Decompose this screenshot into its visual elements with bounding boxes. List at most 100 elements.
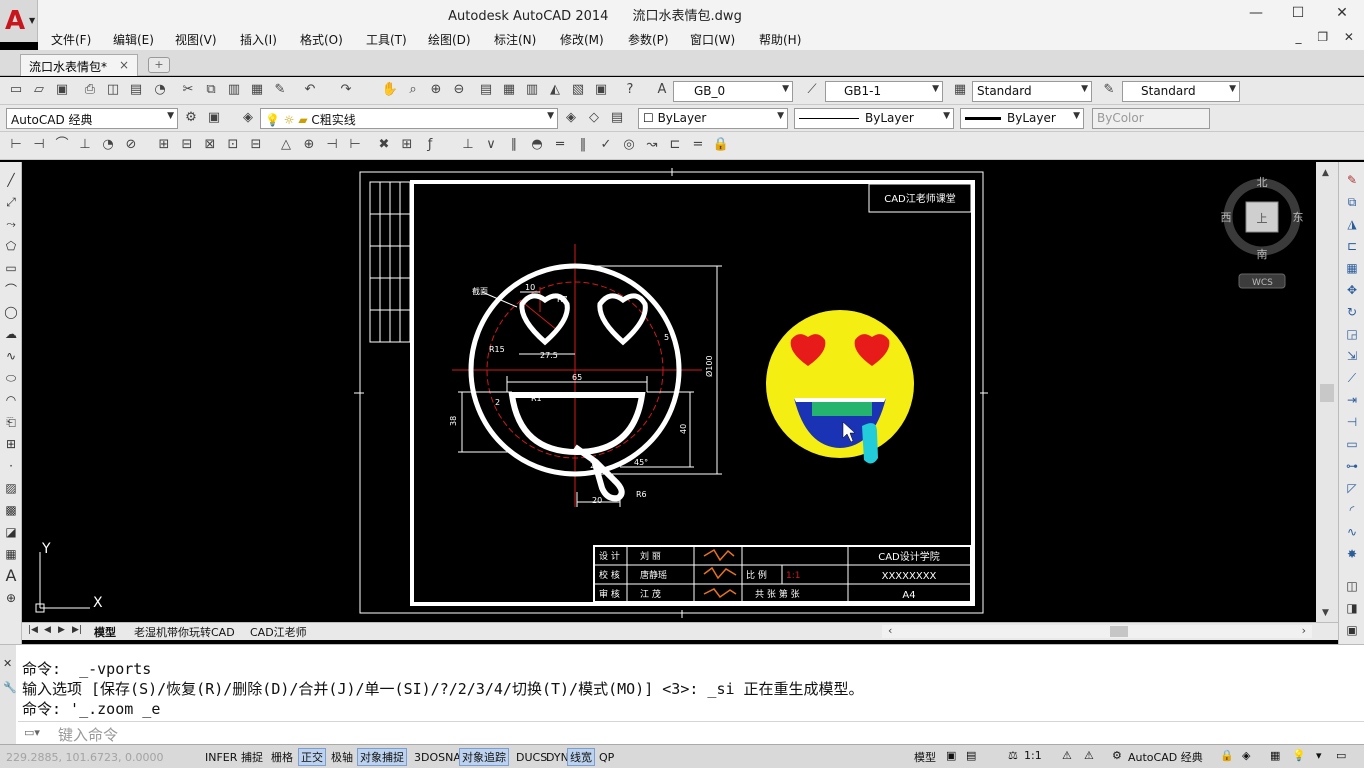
dim-edit-icon[interactable]: ✖ (374, 135, 394, 155)
dim-break-icon[interactable]: ⊟ (246, 135, 266, 155)
viewcube-east[interactable]: 东 (1293, 211, 1304, 224)
customize-command-icon[interactable]: 🔧 (3, 681, 17, 694)
layer-tools-icon[interactable]: ◨ (1342, 598, 1362, 618)
command-input[interactable]: ▭▾ 键入命令 (18, 721, 1364, 745)
diameter-dim-icon[interactable]: ⊘ (121, 135, 141, 155)
tab-layout-1[interactable]: 老湿机带你玩转CAD (134, 624, 235, 640)
horizontal-constraint-icon[interactable]: ═ (550, 135, 570, 155)
table-style-icon[interactable]: ▦ (950, 80, 970, 100)
menu-window[interactable]: 窗口(W) (690, 31, 735, 48)
polar-toggle[interactable]: 极轴 (328, 748, 356, 766)
zoom-realtime-icon[interactable]: ⌕ (403, 80, 423, 100)
snap-toggle[interactable]: 捕捉 (238, 748, 266, 766)
tolerance-icon[interactable]: △ (276, 135, 296, 155)
grid-toggle[interactable]: 栅格 (268, 748, 296, 766)
layer-properties-icon[interactable]: ◈ (238, 108, 258, 128)
next-layout-icon[interactable]: ▶ (58, 625, 65, 635)
dim-style-icon[interactable]: ⟋ (802, 80, 822, 100)
vertical-constraint-icon[interactable]: ‖ (573, 135, 593, 155)
dim-update-icon[interactable]: ƒ (420, 135, 440, 155)
region-icon[interactable]: ◪ (1, 522, 21, 542)
menu-parameter[interactable]: 参数(P) (628, 31, 669, 48)
maximize-button[interactable]: ☐ (1278, 2, 1318, 24)
ellipse-icon[interactable]: ⬭ (1, 368, 21, 388)
copy-icon[interactable]: ⧉ (201, 80, 221, 100)
open-file-icon[interactable]: ▱ (29, 80, 49, 100)
explode-icon[interactable]: ✸ (1342, 544, 1362, 564)
baseline-dim-icon[interactable]: ⊟ (177, 135, 197, 155)
arc-icon[interactable]: ⌒ (1, 280, 21, 300)
linear-dim-icon[interactable]: ⊢ (6, 135, 26, 155)
wcs-menu[interactable]: WCS (1252, 278, 1273, 288)
move-icon[interactable]: ✥ (1342, 280, 1362, 300)
offset-icon[interactable]: ⊏ (1342, 236, 1362, 256)
spline-icon[interactable]: ∿ (1, 346, 21, 366)
extend-icon[interactable]: ⇥ (1342, 390, 1362, 410)
save-icon[interactable]: ▣ (52, 80, 72, 100)
osnap-toggle[interactable]: 对象捕捉 (357, 748, 407, 766)
quick-view-drawings-icon[interactable]: ▤ (966, 749, 976, 762)
multiline-text-icon[interactable]: A (1, 566, 21, 586)
dim-style-combo[interactable]: GB1-1 ▼ (825, 81, 943, 102)
annotation-scale-icon[interactable]: ⚖ (1008, 749, 1018, 762)
continue-dim-icon[interactable]: ⊠ (200, 135, 220, 155)
markup-icon[interactable]: ▧ (568, 80, 588, 100)
auto-scale-icon[interactable]: ⚠ (1084, 749, 1094, 762)
hardware-acceleration-icon[interactable]: ◈ (1242, 749, 1250, 762)
tangent-constraint-icon[interactable]: ◓ (527, 135, 547, 155)
light-bulb-icon[interactable]: 💡 (1292, 749, 1306, 762)
annotation-scale[interactable]: 1:1 (1024, 749, 1042, 762)
command-window-handle[interactable]: ✕ 🔧 (0, 645, 17, 745)
multileader-style-icon[interactable]: ✎ (1099, 80, 1119, 100)
lineweight-toggle[interactable]: 线宽 (567, 748, 595, 766)
last-layout-icon[interactable]: ▶| (72, 625, 82, 635)
lineweight-combo[interactable]: ByLayer ▼ (960, 108, 1084, 129)
lock-icon[interactable]: 🔒 (1220, 749, 1234, 762)
menu-insert[interactable]: 插入(I) (240, 31, 277, 48)
menu-file[interactable]: 文件(F) (51, 31, 91, 48)
workspace-settings-icon[interactable]: ⚙ (181, 108, 201, 128)
revision-cloud-icon[interactable]: ☁ (1, 324, 21, 344)
vertical-scrollbar[interactable]: ▲ ▼ (1316, 162, 1338, 622)
new-file-icon[interactable]: ▭ (6, 80, 26, 100)
document-tab[interactable]: 流口水表情包* × (20, 54, 138, 76)
line-icon[interactable]: ╱ (1, 170, 21, 190)
scroll-left-icon[interactable]: ‹ (888, 624, 892, 637)
chamfer-icon[interactable]: ◸ (1342, 478, 1362, 498)
parallel-constraint-icon[interactable]: ∥ (504, 135, 524, 155)
menu-edit[interactable]: 编辑(E) (113, 31, 154, 48)
sheet-set-icon[interactable]: ◭ (545, 80, 565, 100)
workspace-switch[interactable]: AutoCAD 经典 (1128, 749, 1203, 765)
insert-block-icon[interactable]: ⎗ (1, 412, 21, 432)
make-block-icon[interactable]: ⊞ (1, 434, 21, 454)
menu-format[interactable]: 格式(O) (300, 31, 343, 48)
add-selected-icon[interactable]: ⊕ (1, 588, 21, 608)
menu-help[interactable]: 帮助(H) (759, 31, 801, 48)
fillet-icon[interactable]: ◜ (1342, 500, 1362, 520)
clean-screen-icon[interactable]: ▭ (1336, 749, 1346, 762)
rectangle-icon[interactable]: ▭ (1, 258, 21, 278)
scroll-right-icon[interactable]: › (1302, 624, 1306, 637)
application-menu-button[interactable]: A ▼ (0, 0, 38, 42)
array-icon[interactable]: ▦ (1342, 258, 1362, 278)
coincident-constraint-icon[interactable]: ✓ (596, 135, 616, 155)
tool-palettes-icon[interactable]: ▥ (522, 80, 542, 100)
design-center-icon[interactable]: ▦ (499, 80, 519, 100)
construction-line-icon[interactable]: ⤢ (1, 192, 21, 212)
help-icon[interactable]: ? (620, 80, 640, 100)
status-menu-icon[interactable]: ▾ (1316, 749, 1322, 762)
perpendicular-constraint-icon[interactable]: ∨ (481, 135, 501, 155)
workspace-combo[interactable]: AutoCAD 经典 ▼ (6, 108, 178, 129)
layer-combo[interactable]: 💡 ☼ ▰ C粗实线 ▼ (260, 108, 558, 129)
radius-dim-icon[interactable]: ◔ (98, 135, 118, 155)
3d-dwf-icon[interactable]: ◔ (150, 80, 170, 100)
tab-model[interactable]: 模型 (94, 624, 116, 640)
minimize-button[interactable]: — (1236, 2, 1276, 24)
point-icon[interactable]: · (1, 456, 21, 476)
rotate-icon[interactable]: ↻ (1342, 302, 1362, 322)
horizontal-scroll-thumb[interactable] (1110, 626, 1128, 637)
dim-space-icon[interactable]: ⊡ (223, 135, 243, 155)
menu-dimension[interactable]: 标注(N) (494, 31, 536, 48)
close-command-icon[interactable]: ✕ (3, 657, 12, 670)
undo-icon[interactable]: ↶ (300, 80, 320, 100)
